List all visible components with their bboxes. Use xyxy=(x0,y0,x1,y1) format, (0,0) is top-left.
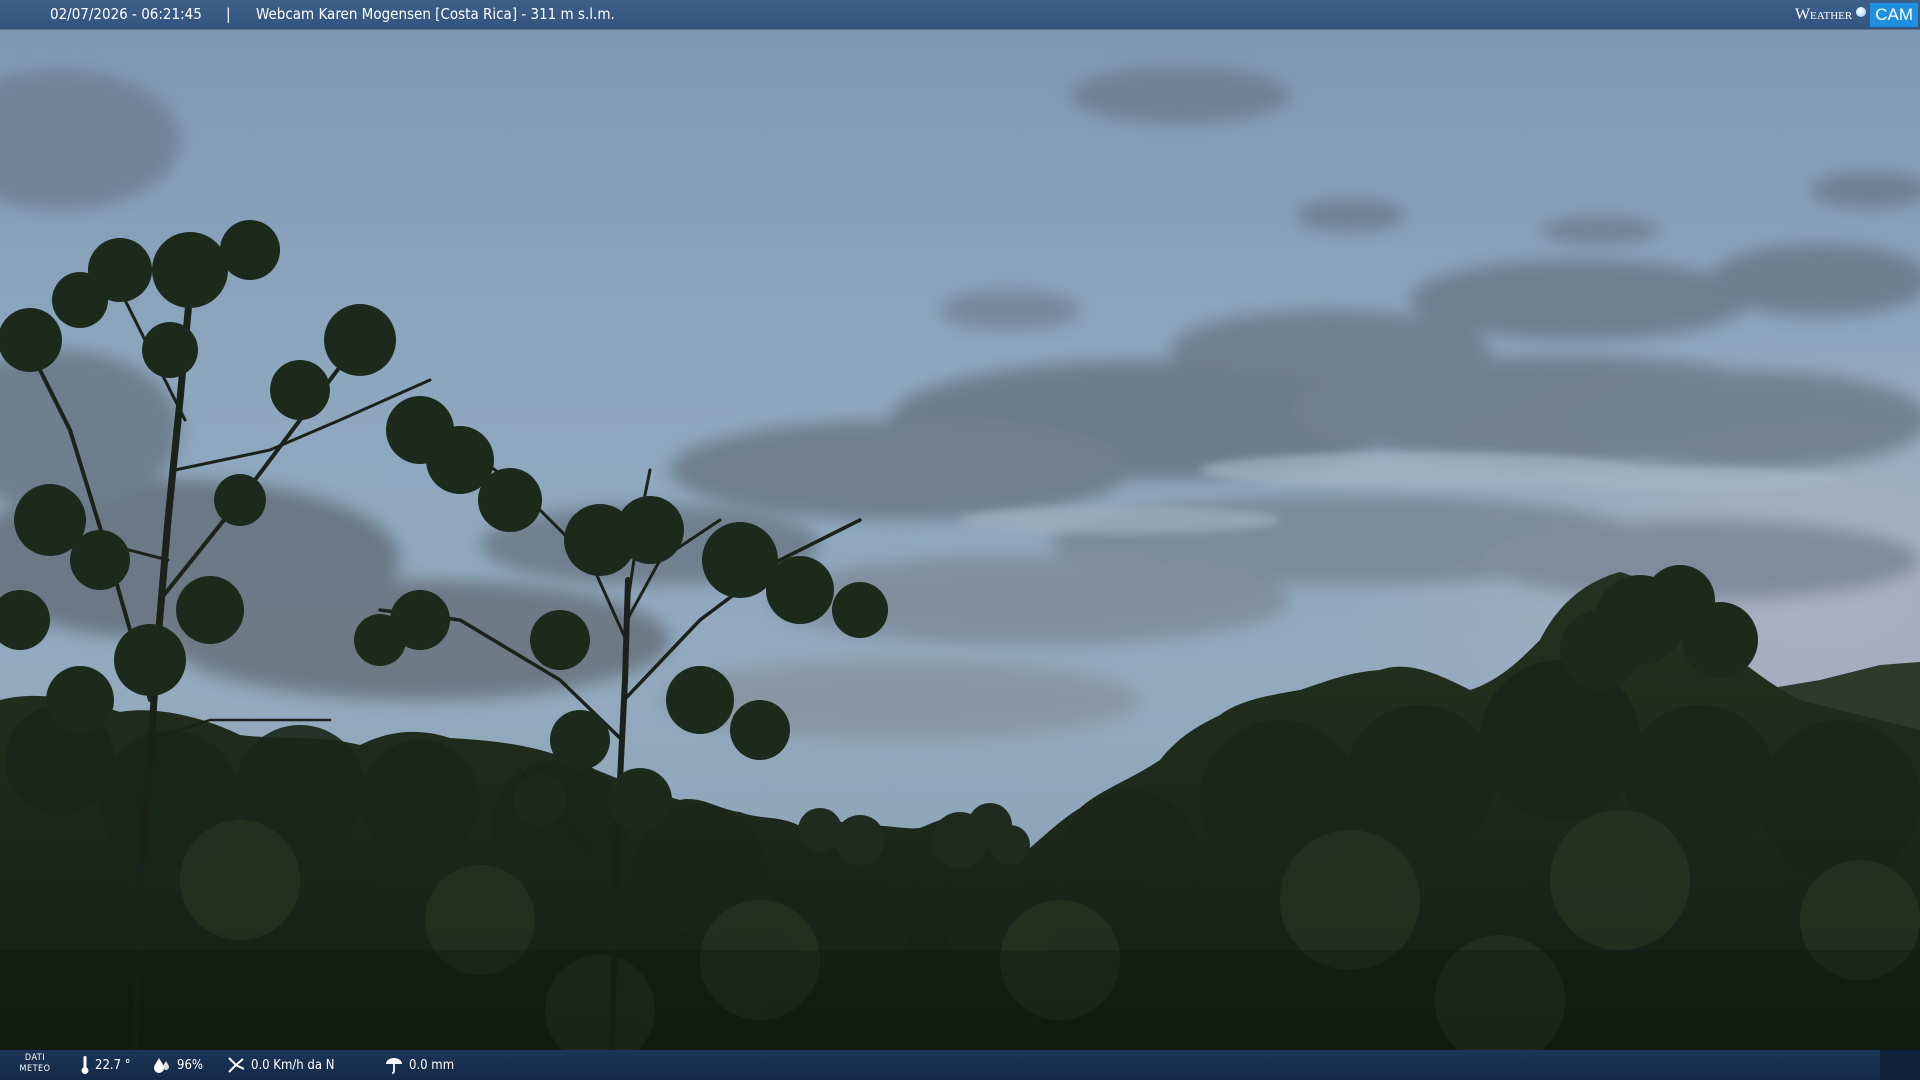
humidity-drop-icon xyxy=(154,1058,169,1073)
label-line-1: DATI xyxy=(24,1053,46,1063)
capture-datetime: 02/07/2026 - 06:21:45 xyxy=(50,5,202,23)
thermometer-icon xyxy=(81,1056,89,1074)
webcam-image xyxy=(0,0,1920,1080)
webcam-header-bar: 02/07/2026 - 06:21:45 | Webcam Karen Mog… xyxy=(0,0,1920,29)
webcam-frame: 02/07/2026 - 06:21:45 | Webcam Karen Mog… xyxy=(0,0,1920,1080)
bar-end-cap xyxy=(1880,1050,1920,1080)
wind-reading: 0.0 Km/h da N xyxy=(226,1050,335,1080)
humidity-reading: 96% xyxy=(152,1050,203,1080)
logo-dot-icon xyxy=(1856,6,1867,17)
weather-data-label: DATI METEO xyxy=(12,1053,58,1075)
webcam-title: Webcam Karen Mogensen [Costa Rica] - 311… xyxy=(256,5,615,23)
wind-icon xyxy=(228,1057,245,1073)
rain-reading: 0.0 mm xyxy=(384,1050,454,1080)
humidity-value: 96% xyxy=(177,1057,203,1073)
logo-box: CAM xyxy=(1870,2,1918,27)
rain-value: 0.0 mm xyxy=(409,1057,455,1073)
temperature-reading: 22.7 ° xyxy=(80,1050,131,1080)
wind-value: 0.0 Km/h da N xyxy=(251,1057,335,1073)
temperature-value: 22.7 ° xyxy=(95,1057,131,1073)
header-separator: | xyxy=(226,5,231,23)
weather-data-bar: DATI METEO 22.7 ° 96% 0.0 Km/h da N 0.0 … xyxy=(0,1050,1920,1080)
logo-word: Weather xyxy=(1794,6,1853,23)
rain-gauge-icon xyxy=(386,1058,402,1074)
label-line-2: METEO xyxy=(19,1064,51,1074)
weathercam-logo: Weather CAM xyxy=(1795,2,1918,27)
